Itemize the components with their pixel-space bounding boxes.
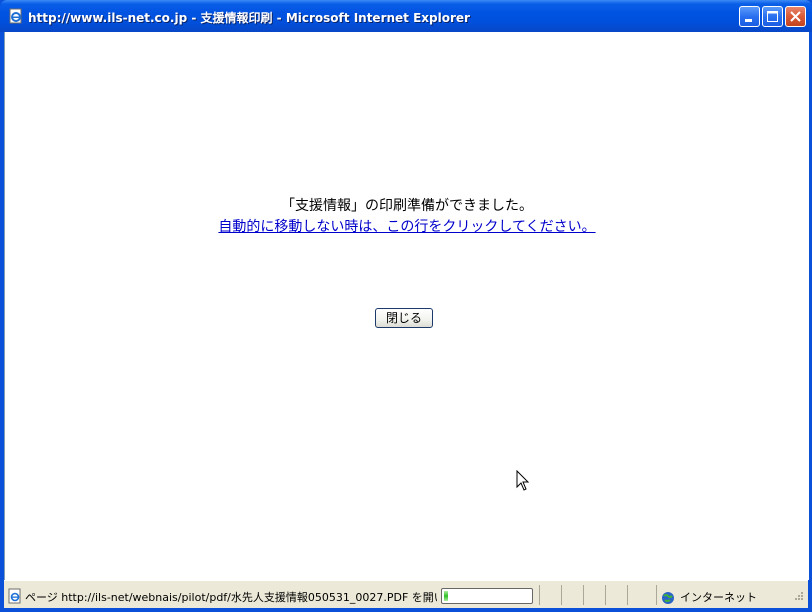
status-divider (539, 585, 540, 605)
manual-redirect-link[interactable]: 自動的に移動しない時は、この行をクリックしてください。 (218, 219, 595, 235)
security-zone-label: インターネット (680, 591, 757, 604)
status-divider (627, 585, 628, 605)
status-divider (656, 585, 657, 605)
status-divider (561, 585, 562, 605)
print-ready-message: 「支援情報」の印刷準備ができました。 (281, 198, 533, 214)
minimize-icon (745, 19, 752, 22)
progress-fill (444, 591, 448, 601)
globe-icon (662, 592, 674, 604)
ie-page-icon (8, 588, 21, 604)
resize-grip-icon[interactable] (792, 591, 804, 603)
maximize-icon (767, 11, 778, 22)
status-divider (583, 585, 584, 605)
title-bar[interactable]: http://www.ils-net.co.jp - 支援情報印刷 - Micr… (0, 0, 812, 32)
close-icon (790, 11, 801, 22)
status-divider (605, 585, 606, 605)
minimize-button[interactable] (739, 6, 760, 27)
close-button[interactable]: 閉じる (375, 308, 433, 328)
progress-bar (441, 588, 533, 604)
status-text: ページ http://ils-net/webnais/pilot/pdf/水先人… (25, 591, 437, 604)
page-content: 「支援情報」の印刷準備ができました。 自動的に移動しない時は、この行をクリックし… (4, 32, 809, 580)
message-block: 「支援情報」の印刷準備ができました。 自動的に移動しない時は、この行をクリックし… (5, 196, 809, 237)
close-window-button[interactable] (785, 6, 806, 27)
maximize-button[interactable] (762, 6, 783, 27)
browser-window: http://www.ils-net.co.jp - 支援情報印刷 - Micr… (0, 0, 812, 612)
window-frame-bottom (0, 608, 812, 612)
ie-page-icon (9, 8, 22, 24)
window-title: http://www.ils-net.co.jp - 支援情報印刷 - Micr… (28, 11, 470, 25)
status-bar: ページ http://ils-net/webnais/pilot/pdf/水先人… (4, 580, 808, 609)
mouse-cursor-icon (516, 470, 530, 491)
